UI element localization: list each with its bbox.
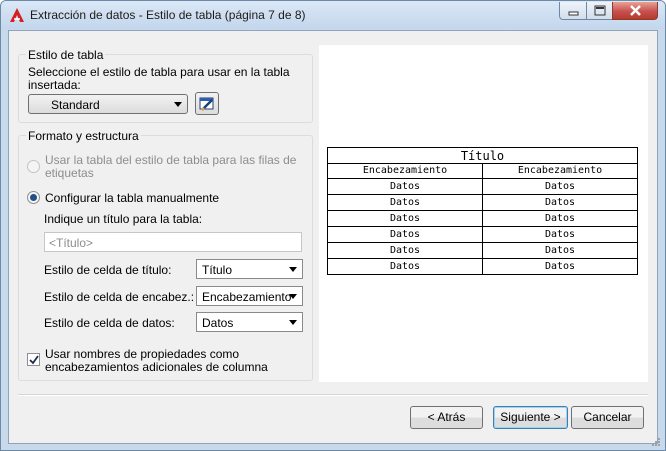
preview-cell: Datos bbox=[482, 210, 638, 227]
preview-cell: Datos bbox=[327, 210, 483, 227]
preview-header: Encabezamiento bbox=[482, 163, 638, 179]
title-cell-style-select[interactable]: Título bbox=[196, 259, 303, 279]
table-style-edit-icon bbox=[199, 97, 214, 111]
preview-cell: Datos bbox=[327, 194, 483, 211]
title-cell-style-value: Título bbox=[202, 263, 233, 277]
use-style-radio[interactable] bbox=[27, 160, 40, 173]
preview-cell: Datos bbox=[327, 226, 483, 243]
table-title-input[interactable]: <Título> bbox=[44, 232, 302, 252]
data-cell-style-label: Estilo de celda de datos: bbox=[44, 316, 175, 330]
title-cell-style-label: Estilo de celda de título: bbox=[44, 263, 172, 277]
table-style-edit-button[interactable] bbox=[195, 92, 219, 115]
preview-cell: Datos bbox=[482, 194, 638, 211]
cancel-button[interactable]: Cancelar bbox=[571, 406, 644, 429]
preview-cell: Datos bbox=[482, 242, 638, 259]
use-style-radio-label: Usar la tabla del estilo de tabla para l… bbox=[45, 153, 297, 167]
chevron-down-icon bbox=[289, 267, 297, 272]
autocad-icon bbox=[10, 8, 24, 22]
title-bar[interactable]: Extracción de datos - Estilo de tabla (p… bbox=[1, 1, 665, 29]
header-cell-style-select[interactable]: Encabezamiento bbox=[196, 286, 303, 306]
chevron-down-icon bbox=[289, 320, 297, 325]
preview-cell: Datos bbox=[327, 178, 483, 195]
format-group-label: Formato y estructura bbox=[26, 129, 141, 143]
data-cell-style-value: Datos bbox=[202, 316, 234, 330]
preview-header: Encabezamiento bbox=[327, 163, 483, 179]
back-button[interactable]: < Atrás bbox=[410, 406, 483, 429]
dialog-window: Extracción de datos - Estilo de tabla (p… bbox=[0, 0, 666, 451]
table-style-prompt: Seleccione el estilo de tabla para usar … bbox=[28, 65, 290, 79]
minimize-icon bbox=[568, 11, 579, 16]
chevron-down-icon bbox=[174, 102, 182, 107]
preview-title: Título bbox=[327, 147, 638, 164]
preview-cell: Datos bbox=[482, 178, 638, 195]
close-button[interactable] bbox=[612, 2, 658, 20]
checkmark-icon bbox=[29, 355, 39, 365]
use-style-radio-label-cont: etiquetas bbox=[45, 166, 94, 180]
preview-table: Título Encabezamiento Encabezamiento Dat… bbox=[327, 147, 638, 275]
maximize-icon bbox=[594, 5, 606, 16]
next-button[interactable]: Siguiente > bbox=[493, 406, 568, 429]
preview-cell: Datos bbox=[482, 226, 638, 243]
manual-config-radio[interactable] bbox=[27, 191, 40, 204]
table-title-prompt: Indique un título para la tabla: bbox=[44, 212, 203, 226]
preview-cell: Datos bbox=[327, 242, 483, 259]
close-icon bbox=[630, 5, 641, 16]
window-title: Extracción de datos - Estilo de tabla (p… bbox=[30, 8, 306, 22]
button-separator bbox=[18, 394, 648, 396]
table-style-group-label: Estilo de tabla bbox=[26, 48, 106, 62]
chevron-down-icon bbox=[289, 294, 297, 299]
preview-cell: Datos bbox=[327, 258, 483, 275]
data-cell-style-select[interactable]: Datos bbox=[196, 312, 303, 332]
resize-grip-icon[interactable] bbox=[651, 437, 661, 447]
minimize-button[interactable] bbox=[559, 2, 587, 20]
property-names-label-cont: encabezamientos adicionales de columna bbox=[45, 360, 268, 374]
table-style-prompt-cont: insertada: bbox=[28, 78, 81, 92]
property-names-label: Usar nombres de propiedades como bbox=[45, 347, 240, 361]
header-cell-style-value: Encabezamiento bbox=[202, 290, 292, 304]
manual-config-radio-label: Configurar la tabla manualmente bbox=[45, 191, 220, 205]
table-style-select[interactable]: Standard bbox=[28, 94, 188, 114]
table-style-value: Standard bbox=[51, 98, 100, 112]
maximize-button[interactable] bbox=[586, 2, 613, 20]
property-names-checkbox[interactable] bbox=[27, 353, 40, 366]
preview-cell: Datos bbox=[482, 258, 638, 275]
header-cell-style-label: Estilo de celda de encabez.: bbox=[44, 290, 195, 304]
